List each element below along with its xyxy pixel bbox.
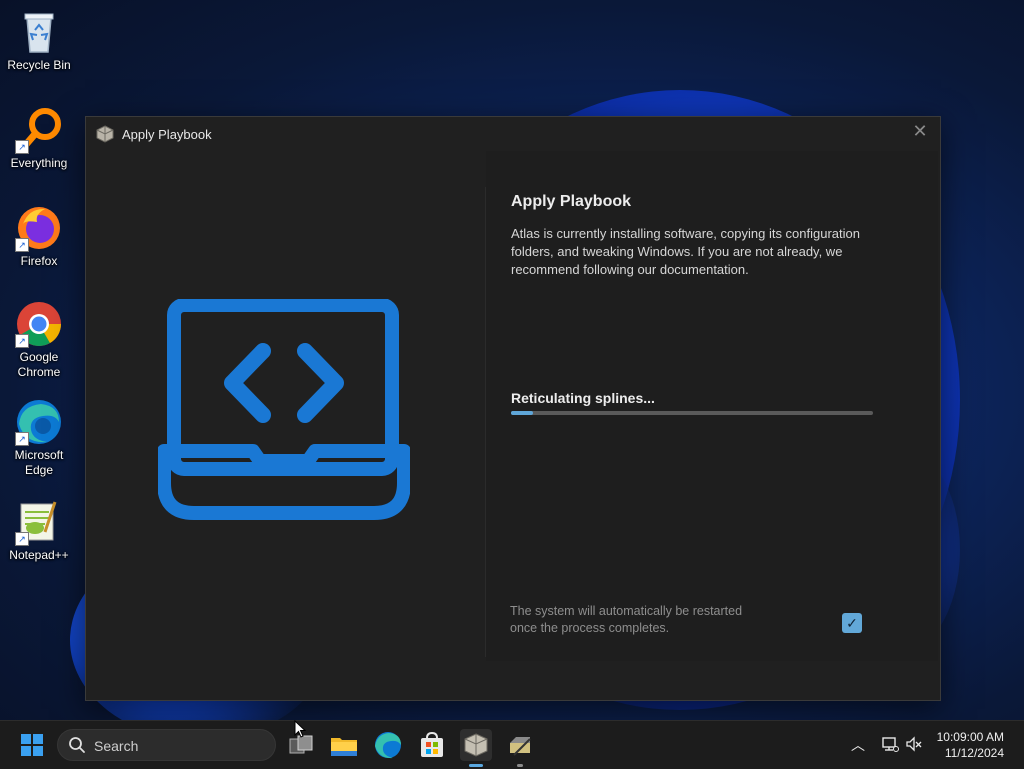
store-icon bbox=[421, 731, 443, 757]
laptop-code-icon bbox=[157, 298, 411, 526]
edge-icon bbox=[375, 732, 401, 759]
volume-button[interactable] bbox=[904, 735, 924, 755]
illustration-pane bbox=[86, 151, 486, 699]
desktop-icon-google-chrome[interactable]: ↗ Google Chrome bbox=[2, 300, 76, 380]
notepad-plus-plus-icon: ↗ bbox=[15, 498, 63, 546]
everything-search-icon: ↗ bbox=[15, 106, 63, 154]
window-titlebar[interactable]: Apply Playbook ✕ bbox=[86, 117, 940, 151]
desktop-icon-notepad-plus-plus[interactable]: ↗ Notepad++ bbox=[2, 498, 76, 563]
recycle-bin-icon bbox=[15, 8, 63, 56]
shortcut-arrow-icon: ↗ bbox=[15, 140, 29, 154]
shortcut-arrow-icon: ↗ bbox=[15, 334, 29, 348]
apply-playbook-window: Apply Playbook ✕ Apply Playbook Atlas is… bbox=[85, 116, 941, 701]
taskbar-search-box[interactable]: Search bbox=[57, 729, 276, 761]
store-button[interactable] bbox=[416, 729, 448, 761]
volume-muted-icon bbox=[906, 736, 922, 752]
atlas-playbook-icon bbox=[464, 733, 488, 757]
ame-wizard-icon bbox=[510, 737, 531, 756]
search-icon bbox=[68, 736, 86, 754]
chrome-icon: ↗ bbox=[15, 300, 63, 348]
progress-bar-fill bbox=[511, 411, 533, 415]
ame-wizard-taskbar-button[interactable] bbox=[504, 729, 536, 767]
window-title: Apply Playbook bbox=[122, 127, 212, 142]
search-placeholder: Search bbox=[94, 738, 139, 754]
page-title: Apply Playbook bbox=[511, 193, 632, 210]
start-icon bbox=[21, 734, 43, 756]
firefox-icon: ↗ bbox=[15, 204, 63, 252]
clock-date: 11/12/2024 bbox=[944, 746, 1004, 760]
network-button[interactable] bbox=[880, 735, 900, 755]
start-button[interactable] bbox=[16, 729, 48, 761]
shortcut-arrow-icon: ↗ bbox=[15, 532, 29, 546]
close-button[interactable]: ✕ bbox=[900, 117, 940, 147]
desktop-icon-label: Microsoft Edge bbox=[14, 448, 64, 477]
status-text: Reticulating splines... bbox=[511, 390, 655, 406]
shortcut-arrow-icon: ↗ bbox=[15, 432, 29, 446]
restart-note: The system will automatically be restart… bbox=[510, 604, 743, 635]
desktop-icon-everything[interactable]: ↗ Everything bbox=[2, 106, 76, 171]
desktop-icon-label: Firefox bbox=[20, 254, 58, 268]
shortcut-arrow-icon: ↗ bbox=[15, 238, 29, 252]
taskbar-clock[interactable]: 10:09:00 AM 11/12/2024 bbox=[937, 729, 1004, 761]
clock-time: 10:09:00 AM bbox=[936, 730, 1004, 744]
network-icon bbox=[882, 737, 899, 752]
edge-taskbar-button[interactable] bbox=[372, 729, 404, 761]
close-icon: ✕ bbox=[912, 121, 928, 141]
show-hidden-icons-button[interactable]: ︿ bbox=[848, 735, 868, 755]
atlas-app-icon bbox=[96, 125, 114, 143]
checkmark-icon: ✓ bbox=[846, 615, 858, 631]
file-explorer-icon bbox=[331, 738, 357, 756]
atlas-playbook-taskbar-button[interactable] bbox=[460, 729, 492, 767]
edge-icon: ↗ bbox=[15, 398, 63, 446]
progress-bar bbox=[511, 411, 873, 415]
desktop-icon-label: Google Chrome bbox=[17, 350, 61, 379]
desktop-icon-recycle-bin[interactable]: Recycle Bin bbox=[2, 8, 76, 73]
desktop-icon-firefox[interactable]: ↗ Firefox bbox=[2, 204, 76, 269]
chevron-up-icon: ︿ bbox=[851, 737, 865, 753]
open-indicator bbox=[517, 764, 523, 767]
file-explorer-button[interactable] bbox=[328, 729, 360, 761]
taskbar: Search ︿ 10:09:00 AM 11/12/2024 bbox=[0, 720, 1024, 769]
mouse-pointer-icon bbox=[294, 719, 307, 738]
active-indicator bbox=[469, 764, 483, 767]
desktop-icon-microsoft-edge[interactable]: ↗ Microsoft Edge bbox=[2, 398, 76, 478]
description-text: Atlas is currently installing software, … bbox=[511, 226, 860, 277]
content-pane: Apply Playbook Atlas is currently instal… bbox=[486, 151, 938, 661]
desktop-icon-label: Notepad++ bbox=[9, 548, 69, 562]
desktop-icon-label: Everything bbox=[10, 156, 68, 170]
desktop-icon-label: Recycle Bin bbox=[7, 58, 71, 72]
restart-checkbox[interactable]: ✓ bbox=[842, 613, 862, 633]
